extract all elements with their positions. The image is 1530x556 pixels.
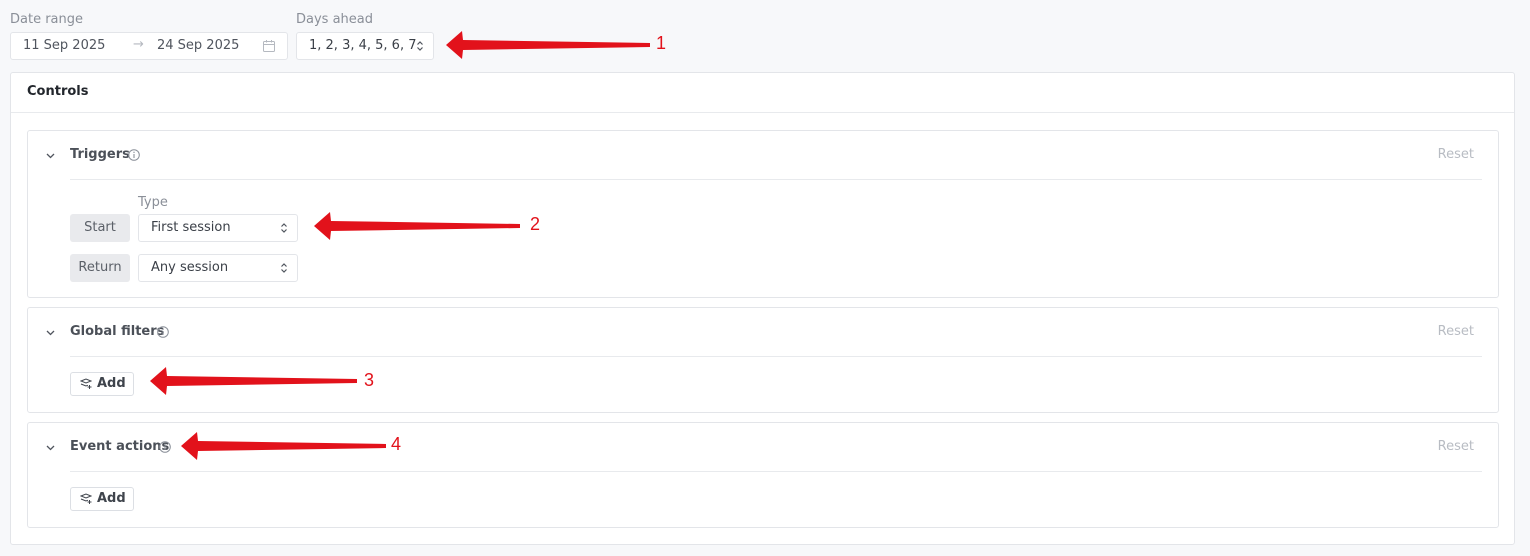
global-filters-title[interactable]: Global filters [70,324,164,339]
annotation-arrow-1 [446,31,650,59]
chevron-down-icon[interactable] [46,445,55,451]
chevron-updown-icon [417,41,423,51]
divider [70,471,1482,472]
add-label: Add [97,491,126,506]
chevron-updown-icon [281,263,287,273]
chevron-down-icon[interactable] [46,330,55,336]
filter-add-icon [80,493,92,504]
info-icon[interactable] [159,441,171,453]
calendar-icon[interactable] [263,40,275,52]
event-actions-reset-button[interactable]: Reset [1438,439,1474,454]
date-range-picker[interactable]: 11 Sep 2025 → 24 Sep 2025 [10,32,288,60]
type-label: Type [138,195,168,210]
triggers-reset-button[interactable]: Reset [1438,147,1474,162]
controls-panel: Controls Triggers Reset Type Start First… [10,72,1515,545]
chevron-down-icon[interactable] [46,153,55,159]
global-filters-reset-button[interactable]: Reset [1438,324,1474,339]
return-type-value: Any session [151,260,229,275]
days-ahead-label: Days ahead [296,12,373,27]
start-type-select[interactable]: First session [138,214,298,242]
days-ahead-value: 1, 2, 3, 4, 5, 6, 7 [309,38,417,53]
event-actions-title[interactable]: Event actions [70,439,169,454]
return-type-select[interactable]: Any session [138,254,298,282]
controls-title: Controls [27,84,89,99]
add-global-filter-button[interactable]: Add [70,372,134,396]
date-range-end[interactable]: 24 Sep 2025 [157,38,239,53]
triggers-title[interactable]: Triggers [70,147,130,162]
triggers-section: Triggers Reset Type Start First session … [27,130,1499,298]
start-pill: Start [70,214,130,242]
chevron-updown-icon [281,223,287,233]
add-event-action-button[interactable]: Add [70,487,134,511]
global-filters-section: Global filters Reset Add [27,307,1499,413]
controls-header: Controls [11,73,1514,113]
annotation-label-2: 2 [530,214,541,234]
start-type-value: First session [151,220,231,235]
info-icon[interactable] [128,149,140,161]
date-range-start[interactable]: 11 Sep 2025 [23,38,105,53]
annotation-label-3: 3 [364,370,375,390]
info-icon[interactable] [157,326,169,338]
divider [70,356,1482,357]
date-range-arrow: → [133,37,144,52]
add-label: Add [97,376,126,391]
divider [70,179,1482,180]
date-range-label: Date range [10,12,84,27]
annotation-label-1: 1 [656,33,667,53]
annotation-label-4: 4 [391,434,402,454]
days-ahead-select[interactable]: 1, 2, 3, 4, 5, 6, 7 [296,32,434,60]
filter-add-icon [80,378,92,389]
event-actions-section: Event actions Reset Add [27,422,1499,528]
return-pill: Return [70,254,130,282]
